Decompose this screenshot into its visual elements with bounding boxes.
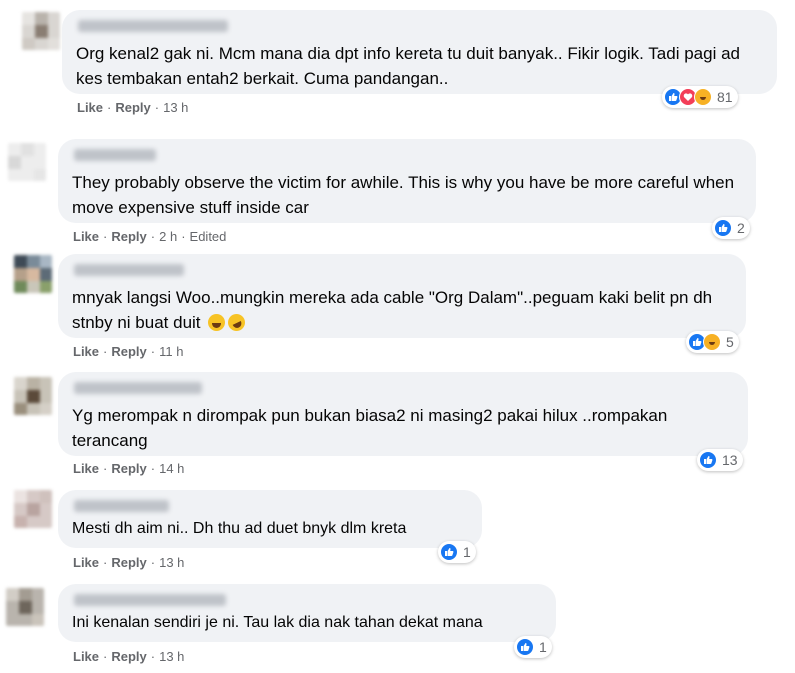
like-button[interactable]: Like xyxy=(77,100,103,115)
author-name[interactable] xyxy=(78,20,228,32)
comment-bubble: Mesti dh aim ni.. Dh thu ad duet bnyk dl… xyxy=(58,490,482,548)
comment-bubble: Yg merompak n dirompak pun bukan biasa2 … xyxy=(58,372,748,456)
timestamp[interactable]: 13 h xyxy=(159,555,184,570)
timestamp[interactable]: 13 h xyxy=(159,649,184,664)
reaction-count: 1 xyxy=(463,544,471,560)
comment-text: They probably observe the victim for awh… xyxy=(72,173,739,217)
author-name[interactable] xyxy=(74,500,169,512)
reply-button[interactable]: Reply xyxy=(111,229,146,244)
comment-actions: Like · Reply · 11 h xyxy=(73,344,184,359)
comment-text: Yg merompak n dirompak pun bukan biasa2 … xyxy=(72,406,673,450)
reaction-count: 5 xyxy=(726,334,734,350)
comment-actions: Like · Reply · 13 h xyxy=(73,649,185,664)
reply-button[interactable]: Reply xyxy=(111,344,146,359)
reply-button[interactable]: Reply xyxy=(115,100,150,115)
reaction-summary[interactable]: 2 xyxy=(712,217,750,239)
timestamp[interactable]: 13 h xyxy=(163,100,188,115)
comment-actions: Like · Reply · 14 h xyxy=(73,461,185,476)
edited-label[interactable]: Edited xyxy=(190,229,227,244)
reply-button[interactable]: Reply xyxy=(111,555,146,570)
like-button[interactable]: Like xyxy=(73,344,99,359)
avatar[interactable] xyxy=(14,377,52,415)
reaction-count: 13 xyxy=(722,452,738,468)
reaction-count: 1 xyxy=(539,639,547,655)
author-name[interactable] xyxy=(74,382,202,394)
like-icon xyxy=(699,451,717,469)
author-name[interactable] xyxy=(74,149,156,161)
comment-actions: Like · Reply · 13 h xyxy=(73,555,185,570)
like-icon xyxy=(714,219,732,237)
like-button[interactable]: Like xyxy=(73,555,99,570)
timestamp[interactable]: 14 h xyxy=(159,461,184,476)
reaction-count: 81 xyxy=(717,89,733,105)
comment-text: Ini kenalan sendiri je ni. Tau lak dia n… xyxy=(72,614,483,631)
author-name[interactable] xyxy=(74,264,184,276)
comment-bubble: Ini kenalan sendiri je ni. Tau lak dia n… xyxy=(58,584,556,642)
avatar[interactable] xyxy=(14,255,52,293)
comment-actions: Like · Reply · 2 h · Edited xyxy=(73,229,227,244)
laughing-emoji-icon xyxy=(208,314,226,331)
reaction-summary[interactable]: 1 xyxy=(514,636,552,658)
like-icon xyxy=(516,638,534,656)
avatar[interactable] xyxy=(6,588,44,626)
like-button[interactable]: Like xyxy=(73,229,99,244)
comment-text: Mesti dh aim ni.. Dh thu ad duet bnyk dl… xyxy=(72,520,407,537)
timestamp[interactable]: 2 h xyxy=(159,229,177,244)
rolling-laughing-emoji-icon xyxy=(225,311,249,334)
like-button[interactable]: Like xyxy=(73,461,99,476)
like-icon xyxy=(440,543,458,561)
comment-text: Org kenal2 gak ni. Mcm mana dia dpt info… xyxy=(76,44,745,88)
reply-button[interactable]: Reply xyxy=(111,649,146,664)
comment-bubble: mnyak langsi Woo..mungkin mereka ada cab… xyxy=(58,254,746,338)
comment-bubble: They probably observe the victim for awh… xyxy=(58,139,756,223)
comment-actions: Like · Reply · 13 h xyxy=(77,100,189,115)
comment-bubble: Org kenal2 gak ni. Mcm mana dia dpt info… xyxy=(62,10,777,94)
reaction-summary[interactable]: 1 xyxy=(438,541,476,563)
timestamp[interactable]: 11 h xyxy=(159,344,183,359)
reaction-count: 2 xyxy=(737,220,745,236)
comment-text: mnyak langsi Woo..mungkin mereka ada cab… xyxy=(72,288,717,334)
avatar[interactable] xyxy=(22,12,60,50)
avatar[interactable] xyxy=(14,490,52,528)
reaction-summary[interactable]: 5 xyxy=(686,331,739,353)
haha-icon xyxy=(694,88,712,106)
haha-icon xyxy=(703,333,721,351)
like-button[interactable]: Like xyxy=(73,649,99,664)
author-name[interactable] xyxy=(74,594,226,606)
reaction-summary[interactable]: 13 xyxy=(697,449,743,471)
reply-button[interactable]: Reply xyxy=(111,461,146,476)
reaction-summary[interactable]: 81 xyxy=(662,86,738,108)
avatar[interactable] xyxy=(8,143,46,181)
